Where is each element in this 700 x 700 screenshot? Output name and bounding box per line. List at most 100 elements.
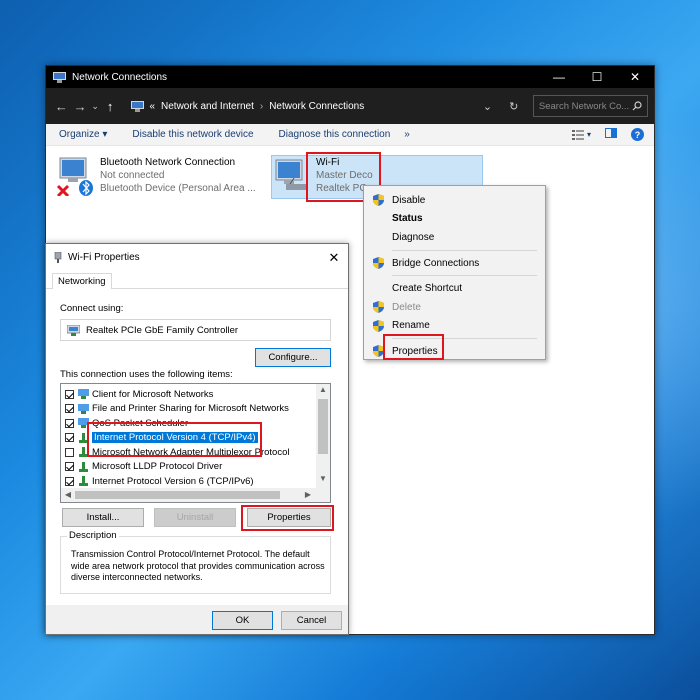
service-icon xyxy=(78,403,89,414)
view-options-button[interactable]: ▾ xyxy=(571,129,591,140)
more-commands-button[interactable]: » xyxy=(404,129,410,140)
item-label: File and Printer Sharing for Microsoft N… xyxy=(92,403,289,414)
menu-item-delete: Delete xyxy=(364,298,545,317)
refresh-icon[interactable]: ↻ xyxy=(501,100,527,113)
menu-item-rename[interactable]: Rename xyxy=(364,317,545,336)
cancel-button[interactable]: Cancel xyxy=(281,611,342,630)
item-checkbox[interactable] xyxy=(65,418,74,428)
client-icon xyxy=(78,389,89,399)
menu-item-diagnose[interactable]: Diagnose xyxy=(364,228,545,247)
menu-item-label: Bridge Connections xyxy=(392,257,480,269)
adapter-name: Realtek PCIe GbE Family Controller xyxy=(86,324,239,336)
breadcrumb-separator: › xyxy=(259,100,264,112)
menu-item-label: Disable xyxy=(392,194,426,206)
scroll-thumb[interactable] xyxy=(318,399,328,454)
dialog-title: Wi-Fi Properties xyxy=(68,252,140,263)
menu-item-bridge-connections[interactable]: Bridge Connections xyxy=(364,254,545,273)
view-options-chevron: ▾ xyxy=(586,130,591,139)
vertical-scrollbar[interactable]: ▲ ▼ xyxy=(316,384,330,488)
uac-shield-icon xyxy=(373,256,384,269)
search-placeholder: Search Network Co... xyxy=(538,100,630,112)
disable-device-button[interactable]: Disable this network device xyxy=(132,129,253,140)
item-checkbox[interactable] xyxy=(65,389,74,399)
list-item-ipv6[interactable]: Internet Protocol Version 6 (TCP/IPv6) xyxy=(65,474,254,488)
protocol-icon xyxy=(79,476,88,486)
scroll-up-arrow-icon[interactable]: ▲ xyxy=(316,385,330,394)
search-input[interactable]: Search Network Co... xyxy=(532,95,648,117)
uac-shield-icon xyxy=(373,319,384,332)
forward-arrow-icon[interactable]: → xyxy=(71,99,90,114)
address-bar: ← → ⌄ ↑ « Network and Internet › Network… xyxy=(46,88,654,124)
breadcrumb-chevrons[interactable]: « xyxy=(149,101,155,112)
annotation-ipv4-highlight xyxy=(87,422,262,457)
diagnose-connection-button[interactable]: Diagnose this connection xyxy=(279,129,391,140)
close-button[interactable]: ✕ xyxy=(616,66,654,88)
scroll-left-arrow-icon[interactable]: ◀ xyxy=(61,488,75,502)
menu-item-disable[interactable]: Disable xyxy=(364,191,545,210)
search-icon xyxy=(632,101,642,111)
uninstall-button: Uninstall xyxy=(154,508,236,527)
scroll-thumb[interactable] xyxy=(75,491,280,499)
title-bar: Network Connections — ☐ ✕ xyxy=(46,66,654,88)
breadcrumb-network-connections[interactable]: Network Connections xyxy=(269,101,364,112)
uac-shield-icon xyxy=(373,300,384,313)
annotation-properties-button-highlight xyxy=(241,505,334,531)
preview-pane-icon xyxy=(605,128,617,138)
description-group: Description Transmission Control Protoco… xyxy=(60,530,331,594)
protocol-icon xyxy=(79,461,88,472)
help-icon[interactable]: ? xyxy=(631,128,644,141)
configure-button[interactable]: Configure... xyxy=(255,348,331,367)
minimize-button[interactable]: — xyxy=(540,66,578,88)
adapter-bluetooth[interactable]: Bluetooth Network Connection Not connect… xyxy=(56,156,266,198)
preview-pane-button[interactable] xyxy=(605,128,617,141)
menu-separator xyxy=(392,249,537,251)
window-title: Network Connections xyxy=(72,71,168,83)
adapter-name: Bluetooth Network Connection xyxy=(100,157,236,168)
item-checkbox[interactable] xyxy=(65,447,74,457)
item-label: Microsoft LLDP Protocol Driver xyxy=(92,461,223,472)
list-item-file-and-printer-sharing[interactable]: File and Printer Sharing for Microsoft N… xyxy=(65,402,289,416)
breadcrumb[interactable]: « Network and Internet › Network Connect… xyxy=(127,95,474,117)
scroll-right-arrow-icon[interactable]: ▶ xyxy=(301,488,315,502)
annotation-properties-menu-highlight xyxy=(383,334,444,360)
tab-networking[interactable]: Networking xyxy=(52,273,112,290)
menu-item-label: Create Shortcut xyxy=(392,283,463,295)
back-arrow-icon[interactable]: ← xyxy=(52,99,71,114)
ok-button[interactable]: OK xyxy=(212,611,273,630)
adapter-field: Realtek PCIe GbE Family Controller xyxy=(60,319,331,341)
menu-item-status[interactable]: Status xyxy=(364,210,545,229)
tab-strip: Networking xyxy=(46,271,348,290)
horizontal-scrollbar[interactable]: ◀ ▶ xyxy=(61,488,330,502)
item-checkbox[interactable] xyxy=(65,433,74,442)
item-checkbox[interactable] xyxy=(65,476,74,486)
install-button[interactable]: Install... xyxy=(62,508,144,527)
up-arrow-icon[interactable]: ↑ xyxy=(101,99,120,114)
item-checkbox[interactable] xyxy=(65,404,74,413)
breadcrumb-network-and-internet[interactable]: Network and Internet xyxy=(161,101,254,112)
command-bar: Organize ▾ Disable this network device D… xyxy=(46,124,654,146)
list-item-lldp-protocol-driver[interactable]: Microsoft LLDP Protocol Driver xyxy=(65,460,222,474)
scroll-down-arrow-icon[interactable]: ▼ xyxy=(316,474,330,483)
maximize-button[interactable]: ☐ xyxy=(578,66,616,88)
dialog-body: Connect using: Realtek PCIe GbE Family C… xyxy=(46,289,348,634)
network-adapter-icon xyxy=(54,252,62,263)
adapter-status: Not connected xyxy=(100,170,165,181)
dialog-title-bar: Wi-Fi Properties ✕ xyxy=(46,244,348,271)
menu-item-create-shortcut[interactable]: Create Shortcut xyxy=(364,279,545,298)
item-checkbox[interactable] xyxy=(65,462,74,471)
control-panel-icon xyxy=(131,100,145,112)
menu-item-label: Status xyxy=(392,213,423,225)
view-list-icon xyxy=(571,129,584,140)
description-text: Transmission Control Protocol/Internet P… xyxy=(71,549,325,582)
dialog-footer: OK Cancel xyxy=(46,605,348,634)
list-item-client-for-microsoft-networks[interactable]: Client for Microsoft Networks xyxy=(65,387,213,401)
item-label: Client for Microsoft Networks xyxy=(92,388,214,400)
address-history-chevron-icon[interactable]: ⌄ xyxy=(474,100,500,113)
organize-menu-button[interactable]: Organize ▾ xyxy=(59,129,107,140)
recent-locations-chevron-icon[interactable]: ⌄ xyxy=(89,101,100,112)
connect-using-label: Connect using: xyxy=(60,303,124,314)
description-label: Description xyxy=(67,530,119,541)
adapter-device: Bluetooth Device (Personal Area ... xyxy=(100,183,256,194)
menu-separator xyxy=(392,275,537,277)
dialog-close-icon[interactable]: ✕ xyxy=(320,250,348,266)
